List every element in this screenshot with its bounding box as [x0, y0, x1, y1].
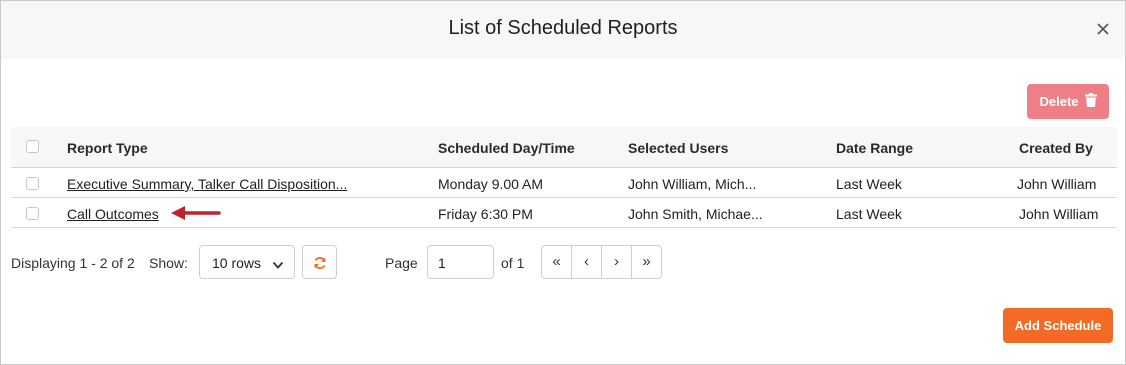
report-type-link[interactable]: Call Outcomes	[67, 206, 159, 222]
rows-per-page-value: 10 rows	[212, 255, 262, 271]
col-users: Selected Users	[628, 140, 729, 156]
show-label: Show:	[149, 255, 188, 271]
col-report-type: Report Type	[67, 140, 148, 156]
created-by-cell: John William	[1017, 176, 1097, 192]
dialog-title: List of Scheduled Reports	[448, 17, 678, 39]
table-row: Executive Summary, Talker Call Dispositi…	[11, 168, 1117, 198]
date-range-cell: Last Week	[836, 176, 902, 192]
close-icon[interactable]	[1093, 19, 1113, 39]
date-range-cell: Last Week	[836, 206, 902, 222]
trash-icon	[1084, 93, 1097, 110]
scheduled-cell: Monday 9.00 AM	[438, 176, 544, 192]
prev-page-button[interactable]: ‹	[572, 246, 602, 278]
row-checkbox[interactable]	[26, 207, 39, 220]
users-cell: John William, Mich...	[628, 176, 757, 192]
table-header: Report Type Scheduled Day/Time Selected …	[11, 127, 1117, 168]
first-page-button[interactable]: «	[542, 246, 572, 278]
chevron-down-icon	[272, 257, 284, 269]
rows-per-page-select[interactable]: 10 rows	[199, 245, 295, 279]
page-label: Page	[385, 255, 418, 271]
select-all-checkbox[interactable]	[26, 140, 39, 153]
col-scheduled: Scheduled Day/Time	[438, 140, 575, 156]
refresh-button[interactable]	[302, 245, 337, 279]
users-cell: John Smith, Michae...	[628, 206, 763, 222]
refresh-icon	[314, 257, 326, 269]
add-schedule-button[interactable]: Add Schedule	[1003, 308, 1113, 343]
last-page-button[interactable]: »	[632, 246, 661, 278]
scheduled-reports-dialog: List of Scheduled Reports Delete Report …	[0, 0, 1126, 365]
created-by-cell: John William	[1019, 206, 1099, 222]
delete-button[interactable]: Delete	[1027, 84, 1109, 119]
scheduled-cell: Friday 6:30 PM	[438, 206, 533, 222]
col-date-range: Date Range	[836, 140, 914, 156]
pagination-bar: Displaying 1 - 2 of 2 Show: 10 rows Page…	[11, 245, 711, 279]
next-page-button[interactable]: ›	[602, 246, 632, 278]
page-number-input[interactable]: 1	[427, 245, 494, 279]
displaying-text: Displaying 1 - 2 of 2	[11, 255, 135, 271]
page-of-label: of 1	[501, 255, 525, 271]
row-checkbox[interactable]	[26, 177, 39, 190]
col-created-by: Created By	[1019, 140, 1093, 156]
page-navigation: « ‹ › »	[541, 245, 662, 279]
dialog-header: List of Scheduled Reports	[1, 1, 1125, 59]
delete-label: Delete	[1039, 94, 1079, 109]
left-arrow-icon	[171, 205, 221, 221]
page-number-value: 1	[438, 255, 446, 271]
report-type-link[interactable]: Executive Summary, Talker Call Dispositi…	[67, 176, 347, 192]
